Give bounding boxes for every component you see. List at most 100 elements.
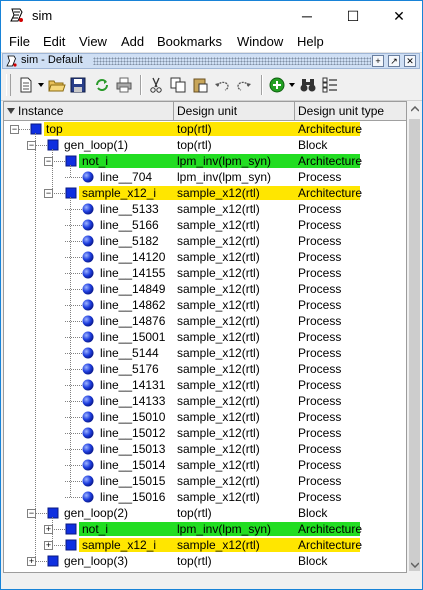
- design-unit-type: Architecture: [298, 186, 363, 200]
- process-circle-icon: [82, 283, 94, 295]
- tree-row[interactable]: line__5176 sample_x12(rtl) Process: [4, 361, 406, 377]
- instance-name: line__15013: [100, 442, 166, 456]
- tree-row[interactable]: + gen_loop(3) top(rtl) Block: [4, 553, 406, 569]
- menu-bookmarks[interactable]: Bookmarks: [157, 34, 222, 49]
- design-unit-type: Process: [298, 458, 342, 472]
- process-circle-icon: [82, 267, 94, 279]
- tree-row[interactable]: + not_i lpm_inv(lpm_syn) Architecture: [4, 521, 406, 537]
- cut-icon[interactable]: [147, 76, 165, 94]
- menu-file[interactable]: File: [9, 34, 30, 49]
- design-unit-type: Process: [298, 202, 342, 216]
- add-circle-icon[interactable]: [268, 76, 286, 94]
- tree-row[interactable]: − not_i lpm_inv(lpm_syn) Architecture: [4, 153, 406, 169]
- menu-add[interactable]: Add: [121, 34, 144, 49]
- new-dropdown-arrow-icon[interactable]: [38, 83, 44, 87]
- sim-window: sim ─ ☐ ✕ File Edit View Add Bookmarks W…: [0, 0, 423, 590]
- tree-row[interactable]: line__704 lpm_inv(lpm_syn) Process: [4, 169, 406, 185]
- tree-row[interactable]: − gen_loop(1) top(rtl) Block: [4, 137, 406, 153]
- reload-icon[interactable]: [93, 76, 111, 94]
- tree-row[interactable]: line__14849 sample_x12(rtl) Process: [4, 281, 406, 297]
- instance-square-icon: [65, 539, 77, 551]
- tree-row[interactable]: line__15010 sample_x12(rtl) Process: [4, 409, 406, 425]
- subwindow-title-bar[interactable]: sim - Default + ↗ ✕: [2, 53, 420, 69]
- tree-row[interactable]: line__14120 sample_x12(rtl) Process: [4, 249, 406, 265]
- tree-row[interactable]: − sample_x12_i sample_x12(rtl) Architecture: [4, 185, 406, 201]
- tree-row[interactable]: line__15001 sample_x12(rtl) Process: [4, 329, 406, 345]
- close-button[interactable]: ✕: [376, 1, 422, 31]
- tree-connector: [65, 449, 82, 450]
- instance-name: line__5133: [100, 202, 159, 216]
- window-title: sim: [32, 8, 53, 23]
- tree-row[interactable]: − gen_loop(2) top(rtl) Block: [4, 505, 406, 521]
- structure-list-icon[interactable]: [321, 76, 339, 94]
- vertical-scrollbar[interactable]: [407, 101, 422, 573]
- toolbar-grip[interactable]: [6, 74, 11, 96]
- design-unit: sample_x12(rtl): [177, 314, 260, 328]
- tree-connector: [65, 385, 82, 386]
- design-unit-type: Process: [298, 426, 342, 440]
- save-icon[interactable]: [69, 76, 87, 94]
- column-header-design-unit[interactable]: Design unit: [174, 102, 295, 120]
- subwindow-close-button[interactable]: ✕: [404, 55, 416, 67]
- toolbar: [1, 70, 422, 101]
- tree-connector: [70, 197, 71, 497]
- tree-row[interactable]: line__14876 sample_x12(rtl) Process: [4, 313, 406, 329]
- column-header-design-unit-label: Design unit: [177, 104, 238, 118]
- tree-row[interactable]: line__15016 sample_x12(rtl) Process: [4, 489, 406, 505]
- instance-name: top: [46, 122, 63, 136]
- design-unit: sample_x12(rtl): [177, 330, 260, 344]
- design-unit-type: Process: [298, 362, 342, 376]
- menu-edit[interactable]: Edit: [43, 34, 65, 49]
- tree-connector: [65, 273, 82, 274]
- menu-view[interactable]: View: [79, 34, 107, 49]
- design-unit: sample_x12(rtl): [177, 186, 260, 200]
- open-folder-icon[interactable]: [48, 76, 66, 94]
- scroll-up-button[interactable]: [407, 101, 422, 117]
- tree-row[interactable]: + sample_x12_i sample_x12(rtl) Architecture: [4, 537, 406, 553]
- tree-row[interactable]: line__15013 sample_x12(rtl) Process: [4, 441, 406, 457]
- design-unit: sample_x12(rtl): [177, 426, 260, 440]
- collapse-icon[interactable]: −: [10, 125, 19, 134]
- process-circle-icon: [82, 363, 94, 375]
- tree-connector: [52, 193, 65, 194]
- tree-row[interactable]: line__5133 sample_x12(rtl) Process: [4, 201, 406, 217]
- subwindow-undock-button[interactable]: ↗: [388, 55, 400, 67]
- redo-icon[interactable]: [235, 76, 253, 94]
- tree-row[interactable]: line__5144 sample_x12(rtl) Process: [4, 345, 406, 361]
- menu-help[interactable]: Help: [297, 34, 324, 49]
- tree-row[interactable]: line__14133 sample_x12(rtl) Process: [4, 393, 406, 409]
- column-header-instance-label: Instance: [18, 104, 64, 118]
- tree-row[interactable]: line__5182 sample_x12(rtl) Process: [4, 233, 406, 249]
- copy-icon[interactable]: [169, 76, 187, 94]
- tree-row[interactable]: line__15014 sample_x12(rtl) Process: [4, 457, 406, 473]
- column-header-instance[interactable]: Instance: [4, 102, 174, 120]
- structure-tree-grid: Instance Design unit Design unit type − t…: [3, 101, 407, 573]
- instance-name: line__14876: [100, 314, 166, 328]
- scroll-thumb[interactable]: [409, 119, 420, 571]
- tree-row[interactable]: line__14862 sample_x12(rtl) Process: [4, 297, 406, 313]
- tree-row[interactable]: line__14131 sample_x12(rtl) Process: [4, 377, 406, 393]
- design-unit: top(rtl): [177, 122, 212, 136]
- maximize-button[interactable]: ☐: [330, 1, 376, 31]
- find-binoculars-icon[interactable]: [299, 76, 317, 94]
- title-bar[interactable]: sim ─ ☐ ✕: [1, 1, 422, 31]
- instance-name: gen_loop(3): [64, 554, 129, 568]
- menu-window[interactable]: Window: [237, 34, 283, 49]
- minimize-button[interactable]: ─: [284, 1, 330, 31]
- subwindow-expand-button[interactable]: +: [372, 55, 384, 67]
- column-header-design-unit-type-label: Design unit type: [298, 104, 385, 118]
- instance-name: line__704: [100, 170, 153, 184]
- tree-row[interactable]: line__15012 sample_x12(rtl) Process: [4, 425, 406, 441]
- add-dropdown-arrow-icon[interactable]: [289, 83, 295, 87]
- tree-row[interactable]: − top top(rtl) Architecture: [4, 121, 406, 137]
- new-file-icon[interactable]: [17, 76, 35, 94]
- tree-row[interactable]: line__5166 sample_x12(rtl) Process: [4, 217, 406, 233]
- column-header-design-unit-type[interactable]: Design unit type: [295, 102, 406, 120]
- print-icon[interactable]: [115, 76, 133, 94]
- tree-row[interactable]: line__15015 sample_x12(rtl) Process: [4, 473, 406, 489]
- tree-row[interactable]: line__14155 sample_x12(rtl) Process: [4, 265, 406, 281]
- process-circle-icon: [82, 331, 94, 343]
- undo-icon[interactable]: [213, 76, 231, 94]
- paste-icon[interactable]: [191, 76, 209, 94]
- scroll-down-button[interactable]: [407, 557, 422, 573]
